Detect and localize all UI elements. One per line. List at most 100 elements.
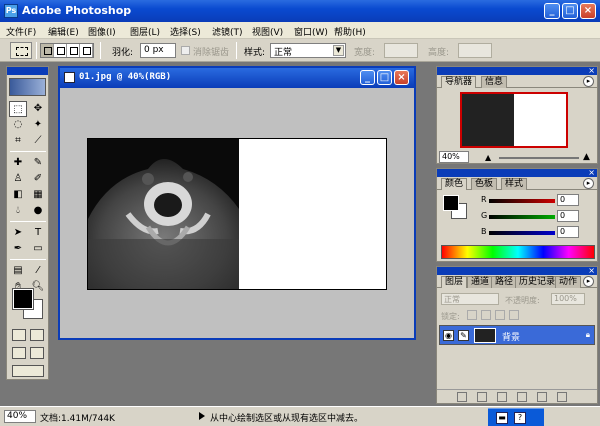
menu-layer[interactable]: 图层(L) [130, 25, 160, 38]
lock-transparency-icon[interactable] [467, 310, 477, 320]
tab-channels[interactable]: 通道 [467, 276, 494, 288]
menu-help[interactable]: 帮助(H) [334, 25, 366, 38]
type-tool-icon[interactable]: T [29, 225, 47, 241]
eyedropper-icon[interactable]: ⁄ [29, 263, 47, 279]
green-slider[interactable] [489, 215, 555, 219]
quick-mask-icon[interactable] [30, 329, 44, 341]
move-tool-icon[interactable]: ✥ [29, 101, 47, 117]
opacity-input[interactable]: 100% [551, 293, 585, 305]
green-value-input[interactable]: 0 [557, 210, 579, 222]
jump-to-imageready-icon[interactable] [12, 365, 44, 377]
navigator-view-box[interactable] [460, 92, 568, 148]
foreground-color-swatch[interactable] [12, 288, 34, 310]
tab-color[interactable]: 颜色 [441, 178, 468, 190]
menu-edit[interactable]: 编辑(E) [48, 25, 79, 38]
tab-swatches[interactable]: 色板 [471, 178, 498, 190]
lasso-tool-icon[interactable]: ◌ [9, 117, 27, 133]
close-icon[interactable]: × [588, 266, 595, 275]
intersect-selection-icon[interactable] [80, 44, 93, 57]
doc-close-button[interactable]: × [394, 70, 409, 85]
tool-preset-picker[interactable] [10, 42, 32, 59]
feather-input[interactable]: 0 px [140, 43, 176, 58]
palette-menu-icon[interactable]: ▸ [583, 178, 594, 189]
red-value-input[interactable]: 0 [557, 194, 579, 206]
palette-menu-icon[interactable]: ▸ [583, 276, 594, 287]
screen-mode-icon[interactable] [12, 347, 26, 359]
lock-position-icon[interactable] [495, 310, 505, 320]
magic-wand-icon[interactable]: ✦ [29, 117, 47, 133]
tab-history[interactable]: 历史记录 [515, 276, 560, 288]
minimize-button[interactable]: _ [544, 3, 560, 19]
status-arrow-icon[interactable] [199, 412, 205, 420]
status-zoom-field[interactable]: 40% [4, 410, 36, 423]
tab-navigator[interactable]: 导航器 [441, 76, 477, 88]
keyboard-icon[interactable]: ▬ [496, 412, 508, 424]
blue-slider[interactable] [489, 231, 555, 235]
blur-tool-icon[interactable]: 💧︎ [9, 203, 27, 219]
shape-tool-icon[interactable]: ▭ [29, 241, 47, 257]
document-image[interactable] [87, 138, 387, 290]
gradient-tool-icon[interactable]: ▦ [29, 187, 47, 203]
blend-mode-select[interactable]: 正常 [441, 293, 499, 305]
style-select[interactable]: 正常 ▼ [270, 43, 346, 58]
tab-paths[interactable]: 路径 [491, 276, 518, 288]
lock-all-icon[interactable] [509, 310, 519, 320]
navigator-preview[interactable] [460, 92, 568, 148]
doc-maximize-button[interactable]: □ [377, 70, 392, 85]
dodge-tool-icon[interactable]: ● [29, 203, 47, 219]
new-layer-icon[interactable] [537, 392, 547, 402]
toolbox-titlebar[interactable] [7, 67, 48, 75]
tab-info[interactable]: 信息 [481, 76, 508, 88]
tab-layers[interactable]: 图层 [441, 276, 468, 288]
help-icon[interactable]: ? [514, 412, 526, 424]
canvas-area[interactable] [60, 88, 414, 338]
trash-icon[interactable] [557, 392, 567, 402]
palette-menu-icon[interactable]: ▸ [583, 76, 594, 87]
eye-icon[interactable]: ◉ [443, 330, 454, 341]
crop-tool-icon[interactable]: ⌗ [9, 133, 27, 149]
standard-mode-icon[interactable] [12, 329, 26, 341]
color-fg-swatch[interactable] [443, 195, 459, 211]
menu-view[interactable]: 视图(V) [252, 25, 283, 38]
menu-image[interactable]: 图像(I) [88, 25, 116, 38]
antialias-checkbox[interactable] [181, 46, 190, 55]
menu-file[interactable]: 文件(F) [6, 25, 36, 38]
close-icon[interactable]: × [588, 168, 595, 177]
zoom-in-icon[interactable]: ▲ [583, 152, 590, 162]
layer-row-background[interactable]: ◉ ✎ 背景 🔒︎ [439, 325, 595, 345]
marquee-tool-icon[interactable]: ⬚ [9, 101, 27, 117]
zoom-slider[interactable] [499, 157, 579, 159]
document-titlebar[interactable]: 01.jpg @ 40%(RGB) _ □ × [60, 68, 414, 88]
add-mask-icon[interactable] [477, 392, 487, 402]
subtract-selection-icon[interactable] [67, 44, 80, 57]
blue-value-input[interactable]: 0 [557, 226, 579, 238]
pen-tool-icon[interactable]: ✒ [9, 241, 27, 257]
tab-styles[interactable]: 样式 [501, 178, 528, 190]
palette-titlebar[interactable]: × [437, 66, 597, 75]
menu-filter[interactable]: 滤镜(T) [212, 25, 243, 38]
new-selection-icon[interactable] [41, 44, 54, 57]
palette-titlebar[interactable]: × [437, 168, 597, 177]
path-selection-icon[interactable]: ➤ [9, 225, 27, 241]
close-button[interactable]: × [580, 3, 596, 19]
new-set-icon[interactable] [497, 392, 507, 402]
doc-minimize-button[interactable]: _ [360, 70, 375, 85]
new-adjustment-icon[interactable] [517, 392, 527, 402]
notes-tool-icon[interactable]: ▤ [9, 263, 27, 279]
clone-stamp-icon[interactable]: ♙ [9, 171, 27, 187]
full-screen-icon[interactable] [30, 347, 44, 359]
adobe-online-icon[interactable] [9, 78, 46, 96]
slice-tool-icon[interactable]: ⟋ [29, 133, 47, 149]
zoom-out-icon[interactable]: ▲ [485, 153, 491, 162]
close-icon[interactable]: × [588, 66, 595, 75]
palette-titlebar[interactable]: × [437, 266, 597, 275]
brush-link-icon[interactable]: ✎ [458, 330, 469, 341]
maximize-button[interactable]: □ [562, 3, 578, 19]
color-spectrum-bar[interactable] [441, 245, 595, 259]
doc-size-info[interactable]: 文档:1.41M/744K [40, 411, 115, 424]
lock-pixels-icon[interactable] [481, 310, 491, 320]
brush-tool-icon[interactable]: ✎ [29, 155, 47, 171]
eraser-tool-icon[interactable]: ◧ [9, 187, 27, 203]
navigator-zoom-field[interactable]: 40% [439, 151, 469, 163]
add-style-icon[interactable] [457, 392, 467, 402]
